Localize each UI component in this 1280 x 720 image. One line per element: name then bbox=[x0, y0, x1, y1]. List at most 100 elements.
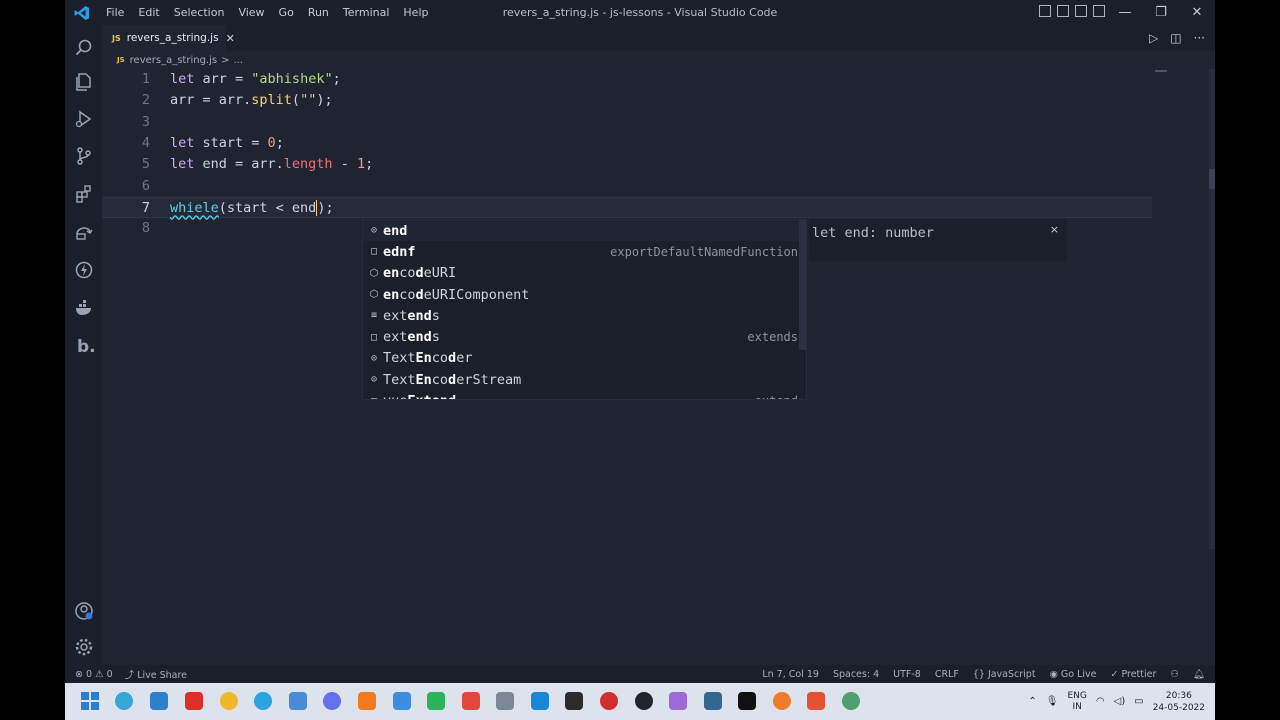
indentation[interactable]: Spaces: 4 bbox=[833, 669, 879, 680]
notifications-bell-icon[interactable]: 🔔︎ bbox=[1193, 669, 1205, 680]
code-line[interactable]: 3 bbox=[102, 112, 1152, 133]
code-line[interactable]: 1 let arr = "abhishek"; bbox=[102, 69, 1152, 90]
run-code-icon[interactable]: ▷ bbox=[1149, 31, 1158, 45]
chevron-up-icon[interactable]: ⌃ bbox=[1028, 696, 1036, 707]
extensions-icon[interactable] bbox=[65, 175, 102, 212]
close-window-button[interactable]: ✕ bbox=[1179, 0, 1215, 25]
menu-terminal[interactable]: Terminal bbox=[336, 0, 397, 25]
code-line[interactable]: 7 whiele(start < end); bbox=[102, 196, 1152, 218]
camtasia-icon[interactable] bbox=[427, 692, 445, 710]
customize-layout-icon[interactable] bbox=[1093, 5, 1105, 17]
status-bar: ⊗ 0 ⚠ 0 ⤴ Live Share Ln 7, Col 19 Spaces… bbox=[65, 665, 1215, 683]
suggestion-item[interactable]: □ ednf exportDefaultNamedFunction bbox=[363, 241, 806, 262]
telegram-icon[interactable] bbox=[254, 692, 272, 710]
battery-icon[interactable]: ▭ bbox=[1134, 696, 1143, 707]
close-details-icon[interactable]: × bbox=[1050, 223, 1059, 236]
toggle-secondary-sidebar-icon[interactable] bbox=[1075, 5, 1087, 17]
run-debug-icon[interactable] bbox=[65, 100, 102, 137]
suggestion-item[interactable]: ⊙ TextEncoderStream bbox=[363, 369, 806, 390]
suggestion-item[interactable]: □vueExtend extend bbox=[363, 390, 806, 399]
code-line[interactable]: 5 let end = arr.length - 1; bbox=[102, 154, 1152, 175]
go-live-button[interactable]: ◉ Go Live bbox=[1050, 669, 1097, 680]
suggestion-label-part: end bbox=[407, 307, 432, 324]
calculator-icon[interactable] bbox=[496, 692, 514, 710]
suggestion-kind-icon: □ bbox=[367, 396, 381, 399]
code-editor[interactable]: 1 let arr = "abhishek"; 2 arr = arr.split("… bbox=[102, 69, 1215, 665]
breadcrumb-more[interactable]: ... bbox=[233, 55, 243, 66]
todo-icon[interactable] bbox=[393, 692, 411, 710]
input-language[interactable]: ENG IN bbox=[1068, 691, 1087, 713]
end-of-line[interactable]: CRLF bbox=[935, 669, 959, 680]
cursor-position[interactable]: Ln 7, Col 19 bbox=[762, 669, 819, 680]
chrome-icon[interactable] bbox=[220, 692, 238, 710]
explorer-icon[interactable] bbox=[65, 63, 102, 100]
anydesk-icon[interactable] bbox=[600, 692, 618, 710]
wifi-icon[interactable]: ◠ bbox=[1096, 696, 1105, 707]
codeblocks-icon[interactable] bbox=[807, 692, 825, 710]
search-icon[interactable] bbox=[65, 29, 102, 66]
gmail-icon[interactable] bbox=[462, 692, 480, 710]
openai-icon[interactable] bbox=[635, 692, 653, 710]
menu-run[interactable]: Run bbox=[301, 0, 336, 25]
more-actions-icon[interactable]: ··· bbox=[1194, 31, 1205, 45]
vscode-taskbar-icon[interactable] bbox=[150, 692, 168, 710]
source-control-icon[interactable] bbox=[65, 137, 102, 174]
menu-view[interactable]: View bbox=[231, 0, 271, 25]
compass-icon[interactable] bbox=[842, 692, 860, 710]
discord-icon[interactable] bbox=[323, 692, 341, 710]
prettier-status[interactable]: ✓ Prettier bbox=[1110, 669, 1156, 680]
language-mode[interactable]: {} JavaScript bbox=[973, 669, 1036, 680]
menu-edit[interactable]: Edit bbox=[131, 0, 166, 25]
toggle-primary-sidebar-icon[interactable] bbox=[1039, 5, 1051, 17]
accounts-icon[interactable] bbox=[65, 592, 102, 629]
split-editor-icon[interactable]: ◫ bbox=[1170, 31, 1181, 45]
minimize-button[interactable]: — bbox=[1107, 0, 1143, 25]
microphone-icon[interactable]: 🎙︎ bbox=[1046, 696, 1059, 707]
vlc-icon[interactable] bbox=[358, 692, 376, 710]
postman-icon[interactable] bbox=[773, 692, 791, 710]
maximize-button[interactable]: ❐ bbox=[1143, 0, 1179, 25]
suggest-scrollbar[interactable] bbox=[799, 220, 806, 350]
terminal-icon[interactable] bbox=[738, 692, 756, 710]
code-line[interactable]: 4 let start = 0; bbox=[102, 133, 1152, 154]
figma-icon[interactable] bbox=[185, 692, 203, 710]
suggestion-item[interactable]: ⬡ encodeURIComponent bbox=[363, 284, 806, 305]
notepad-icon[interactable] bbox=[289, 692, 307, 710]
volume-icon[interactable]: ◁) bbox=[1114, 696, 1126, 707]
code-line[interactable]: 2 arr = arr.split(""); bbox=[102, 90, 1152, 111]
postgresql-icon[interactable] bbox=[704, 692, 722, 710]
suggestion-item[interactable]: ⬡ encodeURI bbox=[363, 263, 806, 284]
menu-file[interactable]: File bbox=[99, 0, 131, 25]
thunder-client-icon[interactable] bbox=[65, 251, 102, 288]
windows-start-icon[interactable] bbox=[81, 692, 99, 710]
edge-browser-icon[interactable] bbox=[115, 692, 133, 710]
bito-icon[interactable]: b. bbox=[65, 327, 102, 364]
tab-revers-a-string[interactable]: JS revers_a_string.js ✕ bbox=[102, 25, 235, 51]
editor-scrollbar[interactable] bbox=[1209, 69, 1215, 549]
feedback-icon[interactable]: ⚇ bbox=[1170, 669, 1179, 680]
suggestion-item[interactable]: ⊙ end bbox=[363, 220, 806, 242]
encoding[interactable]: UTF-8 bbox=[893, 669, 921, 680]
menu-go[interactable]: Go bbox=[272, 0, 301, 25]
suggestion-item[interactable]: ≡ extends bbox=[363, 305, 806, 326]
menu-help[interactable]: Help bbox=[396, 0, 435, 25]
code-line[interactable]: 6 bbox=[102, 176, 1152, 197]
menu-selection[interactable]: Selection bbox=[167, 0, 232, 25]
inkscape-icon[interactable] bbox=[565, 692, 583, 710]
problems-status[interactable]: ⊗ 0 ⚠ 0 bbox=[75, 669, 113, 680]
breadcrumb-file[interactable]: revers_a_string.js bbox=[130, 55, 217, 66]
close-tab-icon[interactable]: ✕ bbox=[226, 32, 235, 45]
settings-gear-icon[interactable] bbox=[65, 628, 102, 665]
suggestion-item[interactable]: □ extends extends bbox=[363, 326, 806, 347]
docker-icon[interactable] bbox=[65, 289, 102, 326]
minimap[interactable] bbox=[1155, 70, 1167, 72]
remote-explorer-icon[interactable] bbox=[65, 213, 102, 250]
javascript-file-icon: JS bbox=[112, 33, 121, 43]
toggle-panel-icon[interactable] bbox=[1057, 5, 1069, 17]
pen-tool-icon[interactable] bbox=[669, 692, 687, 710]
clock[interactable]: 20:36 24-05-2022 bbox=[1153, 690, 1205, 714]
store-icon[interactable] bbox=[531, 692, 549, 710]
scrollbar-thumb[interactable] bbox=[1209, 169, 1215, 189]
suggestion-item[interactable]: ⊙ TextEncoder bbox=[363, 348, 806, 369]
live-share-button[interactable]: ⤴ Live Share bbox=[125, 667, 187, 681]
